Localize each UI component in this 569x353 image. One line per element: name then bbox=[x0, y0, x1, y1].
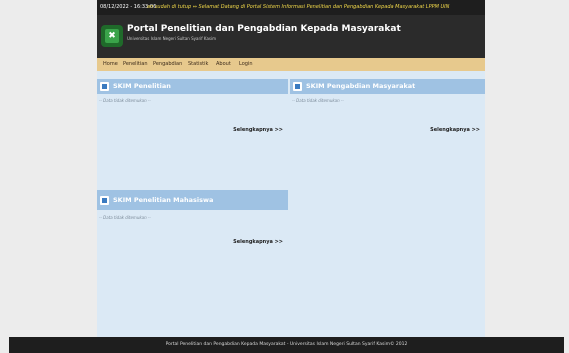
nav-about[interactable]: About bbox=[216, 58, 231, 71]
more-link-penelitian[interactable]: Selengkapnya >> bbox=[233, 127, 283, 133]
right-column: SKIM Pengabdian Masyarakat -- Data tidak… bbox=[290, 71, 485, 337]
folder-icon bbox=[293, 82, 302, 91]
left-column: SKIM Penelitian -- Data tidak ditemukan … bbox=[97, 71, 288, 337]
more-link-pengabdian[interactable]: Selengkapnya >> bbox=[430, 127, 480, 133]
nav-home[interactable]: Home bbox=[103, 58, 118, 71]
panel-title-pengabdian: SKIM Pengabdian Masyarakat bbox=[306, 82, 416, 90]
panel-header-mahasiswa: SKIM Penelitian Mahasiswa bbox=[97, 190, 288, 210]
page-container: 08/12/2022 - 16:33:06 an sudah di tutup … bbox=[97, 0, 485, 337]
site-subtitle: Universitas Islam Negeri Sultan Syarif K… bbox=[127, 36, 216, 41]
logo-icon: ✖ bbox=[105, 29, 119, 43]
panel-title-mahasiswa: SKIM Penelitian Mahasiswa bbox=[113, 196, 214, 204]
nav-penelitian[interactable]: Penelitian bbox=[123, 58, 148, 71]
empty-message-mahasiswa: -- Data tidak ditemukan -- bbox=[99, 215, 151, 220]
folder-icon bbox=[100, 82, 109, 91]
logo[interactable]: ✖ bbox=[101, 25, 123, 47]
folder-icon bbox=[100, 196, 109, 205]
nav-pengabdian[interactable]: Pengabdian bbox=[153, 58, 182, 71]
empty-message-pengabdian: -- Data tidak ditemukan -- bbox=[292, 98, 344, 103]
main-nav: Home Penelitian Pengabdian Statistik Abo… bbox=[97, 58, 485, 71]
panel-header-penelitian: SKIM Penelitian bbox=[97, 79, 288, 94]
empty-message-penelitian: -- Data tidak ditemukan -- bbox=[99, 98, 151, 103]
marquee-text: an sudah di tutup ⇔ Selamat Datang di Po… bbox=[147, 4, 450, 10]
site-header: ✖ Portal Penelitian dan Pengabdian Kepad… bbox=[97, 15, 485, 58]
nav-statistik[interactable]: Statistik bbox=[188, 58, 208, 71]
more-link-mahasiswa[interactable]: Selengkapnya >> bbox=[233, 239, 283, 245]
panel-title-penelitian: SKIM Penelitian bbox=[113, 82, 171, 90]
nav-login[interactable]: Login bbox=[239, 58, 253, 71]
site-footer: Portal Penelitian dan Pengabdian Kepada … bbox=[9, 337, 564, 353]
top-bar: 08/12/2022 - 16:33:06 an sudah di tutup … bbox=[97, 0, 485, 15]
panel-header-pengabdian: SKIM Pengabdian Masyarakat bbox=[290, 79, 485, 94]
site-title: Portal Penelitian dan Pengabdian Kepada … bbox=[127, 24, 401, 34]
